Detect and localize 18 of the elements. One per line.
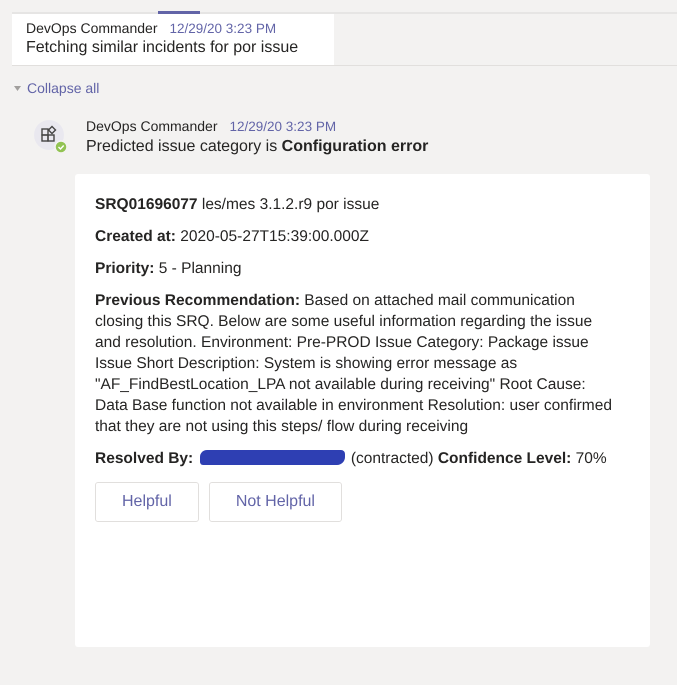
feedback-button[interactable]: Not Helpful [208, 482, 342, 522]
card-field: Priority: 5 - Planning [95, 258, 620, 279]
caret-icon [14, 86, 21, 90]
author-name: DevOps Commander [86, 118, 218, 134]
bot-avatar-icon [34, 120, 68, 154]
card-field: Previous Recommendation: Based on attached mail communication closing this SRQ. Below are some useful information regarding the issue and resolution. Environment: Pre-PROD Issue Category: Package issue Issue Short Description: System is showing error message as "AF_FindBestLocation_LPA not available during receiving" Root Cause: Data Base function not available in environment Resolution: user confirmed that they are not using this steps/ flow during receiving [95, 290, 620, 437]
message-text: Fetching similar incidents for por issue [26, 39, 300, 57]
selection-indicator [158, 11, 200, 14]
card-field: Created at: 2020-05-27T15:39:00.000Z [95, 226, 620, 247]
feedback-button[interactable]: Helpful [95, 482, 199, 522]
message-text: Predicted issue category is Configuration error [86, 138, 430, 156]
author-name: DevOps Commander [26, 20, 158, 36]
collapse-toggle[interactable]: Collapse all [12, 80, 100, 96]
card-field: (contracted) Confidence Level: 70% [350, 450, 607, 467]
card-field: SRQ01696077 les/mes 3.1.2.r9 por issue [95, 194, 620, 215]
timestamp: 12/29/20 3:23 PM [170, 21, 276, 36]
timestamp: 12/29/20 3:23 PM [230, 119, 336, 134]
field-label: Resolved By: [95, 450, 194, 467]
